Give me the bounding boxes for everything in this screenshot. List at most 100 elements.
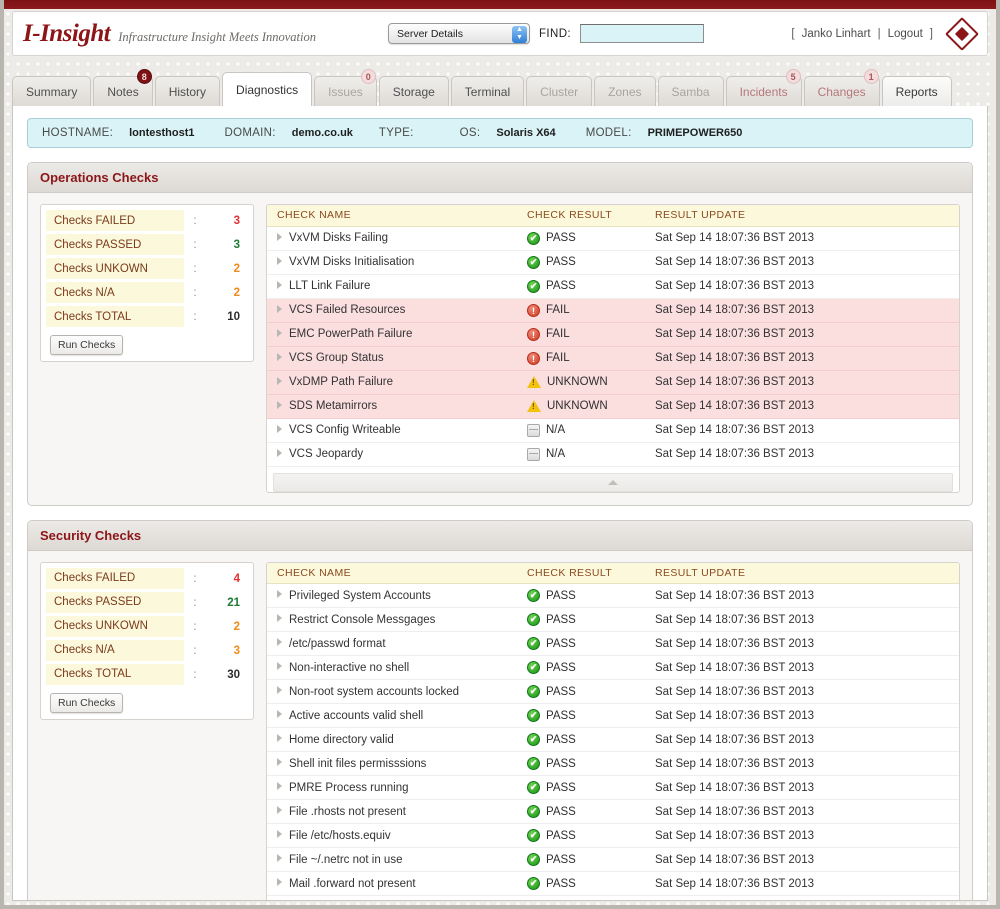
check-result-label: PASS <box>546 590 576 602</box>
summary-colon: : <box>184 573 206 585</box>
check-name-label: File /etc/hosts.equiv <box>289 830 391 842</box>
tab-cluster[interactable]: Cluster <box>526 76 592 106</box>
expand-triangle-icon[interactable] <box>277 353 282 361</box>
result-update-cell: Sat Sep 14 18:07:36 BST 2013 <box>645 298 959 322</box>
tab-terminal[interactable]: Terminal <box>451 76 524 106</box>
security-checks-table-wrapper: CHECK NAME CHECK RESULT RESULT UPDATE Pr… <box>266 562 960 902</box>
check-name-label: Non-interactive no shell <box>289 662 409 674</box>
table-row[interactable]: LLT Link FailurePASSSat Sep 14 18:07:36 … <box>267 274 959 298</box>
table-row[interactable]: VCS Group StatusFAILSat Sep 14 18:07:36 … <box>267 346 959 370</box>
table-row[interactable]: File .rhosts not presentPASSSat Sep 14 1… <box>267 800 959 824</box>
check-name-cell: Login Message <box>267 896 517 902</box>
expand-triangle-icon[interactable] <box>277 854 282 862</box>
tab-notes[interactable]: Notes8 <box>93 76 152 106</box>
expand-triangle-icon[interactable] <box>277 590 282 598</box>
expand-triangle-icon[interactable] <box>277 710 282 718</box>
summary-colon: : <box>184 669 206 681</box>
expand-triangle-icon[interactable] <box>277 638 282 646</box>
table-row[interactable]: Restrict Console MessgagesPASSSat Sep 14… <box>267 608 959 632</box>
expand-triangle-icon[interactable] <box>277 233 282 241</box>
check-result-label: PASS <box>546 854 576 866</box>
expand-triangle-icon[interactable] <box>277 257 282 265</box>
run-checks-button[interactable]: Run Checks <box>50 693 123 713</box>
table-row[interactable]: SDS MetamirrorsUNKNOWNSat Sep 14 18:07:3… <box>267 394 959 418</box>
table-row[interactable]: Active accounts valid shellPASSSat Sep 1… <box>267 704 959 728</box>
table-row[interactable]: Home directory validPASSSat Sep 14 18:07… <box>267 728 959 752</box>
table-row[interactable]: VxDMP Path FailureUNKNOWNSat Sep 14 18:0… <box>267 370 959 394</box>
run-checks-button[interactable]: Run Checks <box>50 335 123 355</box>
table-row[interactable]: Non-interactive no shellPASSSat Sep 14 1… <box>267 656 959 680</box>
summary-row-na: Checks N/A : 2 <box>46 281 248 305</box>
expand-triangle-icon[interactable] <box>277 830 282 838</box>
check-name-label: Non-root system accounts locked <box>289 686 459 698</box>
check-result-cell: N/A <box>517 442 645 466</box>
table-row[interactable]: VxVM Disks FailingPASSSat Sep 14 18:07:3… <box>267 226 959 250</box>
expand-triangle-icon[interactable] <box>277 758 282 766</box>
check-result-label: PASS <box>546 878 576 890</box>
operations-table-footer[interactable] <box>273 473 953 492</box>
table-row[interactable]: PMRE Process runningPASSSat Sep 14 18:07… <box>267 776 959 800</box>
expand-triangle-icon[interactable] <box>277 662 282 670</box>
user-name-link[interactable]: Janko Linhart <box>802 28 871 40</box>
expand-triangle-icon[interactable] <box>277 329 282 337</box>
expand-triangle-icon[interactable] <box>277 806 282 814</box>
table-row[interactable]: Shell init files permisssionsPASSSat Sep… <box>267 752 959 776</box>
tab-badge-incidents: 5 <box>786 69 801 84</box>
expand-triangle-icon[interactable] <box>277 377 282 385</box>
check-name-cell: Non-interactive no shell <box>267 656 517 680</box>
expand-triangle-icon[interactable] <box>277 782 282 790</box>
check-name-label: Mail .forward not present <box>289 878 416 890</box>
check-name-cell: LLT Link Failure <box>267 274 517 298</box>
tab-samba[interactable]: Samba <box>658 76 724 106</box>
tab-summary[interactable]: Summary <box>12 76 91 106</box>
result-update-cell: Sat Sep 14 18:07:36 BST 2013 <box>645 608 959 632</box>
tab-diagnostics[interactable]: Diagnostics <box>222 72 312 106</box>
table-row[interactable]: Non-root system accounts lockedPASSSat S… <box>267 680 959 704</box>
na-icon <box>527 424 540 437</box>
tab-reports[interactable]: Reports <box>882 76 952 106</box>
table-row[interactable]: EMC PowerPath FailureFAILSat Sep 14 18:0… <box>267 322 959 346</box>
check-name-label: VxVM Disks Failing <box>289 232 388 244</box>
server-details-select[interactable]: Server Details ▲▼ <box>388 23 530 44</box>
table-row[interactable]: File ~/.netrc not in usePASSSat Sep 14 1… <box>267 848 959 872</box>
pass-icon <box>527 877 540 890</box>
serverbar-label-hostname: HOSTNAME: <box>42 127 113 139</box>
table-row[interactable]: Mail .forward not present PASS Sat Sep 14 … <box>267 872 959 896</box>
check-name-cell: Non-root system accounts locked <box>267 680 517 704</box>
tab-incidents[interactable]: Incidents5 <box>726 76 802 106</box>
tab-history[interactable]: History <box>155 76 220 106</box>
expand-triangle-icon[interactable] <box>277 734 282 742</box>
tab-zones[interactable]: Zones <box>594 76 655 106</box>
result-update-cell: Sat Sep 14 18:07:36 BST 2013 <box>645 584 959 608</box>
expand-triangle-icon[interactable] <box>277 425 282 433</box>
expand-triangle-icon[interactable] <box>277 686 282 694</box>
table-row[interactable]: VCS Config WriteableN/ASat Sep 14 18:07:… <box>267 418 959 442</box>
tab-label: Samba <box>672 85 710 99</box>
tab-label: Storage <box>393 85 435 99</box>
check-name-label: VCS Group Status <box>289 352 384 364</box>
expand-triangle-icon[interactable] <box>277 614 282 622</box>
table-row[interactable]: Login MessagePASSSat Sep 14 18:07:36 BST… <box>267 896 959 902</box>
table-row[interactable]: VCS JeopardyN/ASat Sep 14 18:07:36 BST 2… <box>267 442 959 466</box>
pass-icon <box>527 256 540 269</box>
table-row[interactable]: /etc/passwd formatPASSSat Sep 14 18:07:3… <box>267 632 959 656</box>
tab-label: Notes <box>107 85 138 99</box>
check-result-cell: PASS <box>517 680 645 704</box>
expand-triangle-icon[interactable] <box>277 281 282 289</box>
summary-value-passed: 3 <box>206 239 248 251</box>
tab-storage[interactable]: Storage <box>379 76 449 106</box>
table-row[interactable]: VCS Failed ResourcesFAILSat Sep 14 18:07… <box>267 298 959 322</box>
expand-triangle-icon[interactable] <box>277 878 282 886</box>
summary-colon: : <box>184 597 206 609</box>
logout-link[interactable]: Logout <box>888 28 923 40</box>
expand-triangle-icon[interactable] <box>277 401 282 409</box>
table-row[interactable]: File /etc/hosts.equivPASSSat Sep 14 18:0… <box>267 824 959 848</box>
expand-triangle-icon[interactable] <box>277 305 282 313</box>
tab-issues[interactable]: Issues0 <box>314 76 377 106</box>
table-row[interactable]: VxVM Disks InitialisationPASSSat Sep 14 … <box>267 250 959 274</box>
expand-triangle-icon[interactable] <box>277 449 282 457</box>
tab-changes[interactable]: Changes1 <box>804 76 880 106</box>
result-update-cell: Sat Sep 14 18:07:36 BST 2013 <box>645 872 959 896</box>
find-input[interactable] <box>580 24 704 43</box>
table-row[interactable]: Privileged System AccountsPASSSat Sep 14… <box>267 584 959 608</box>
